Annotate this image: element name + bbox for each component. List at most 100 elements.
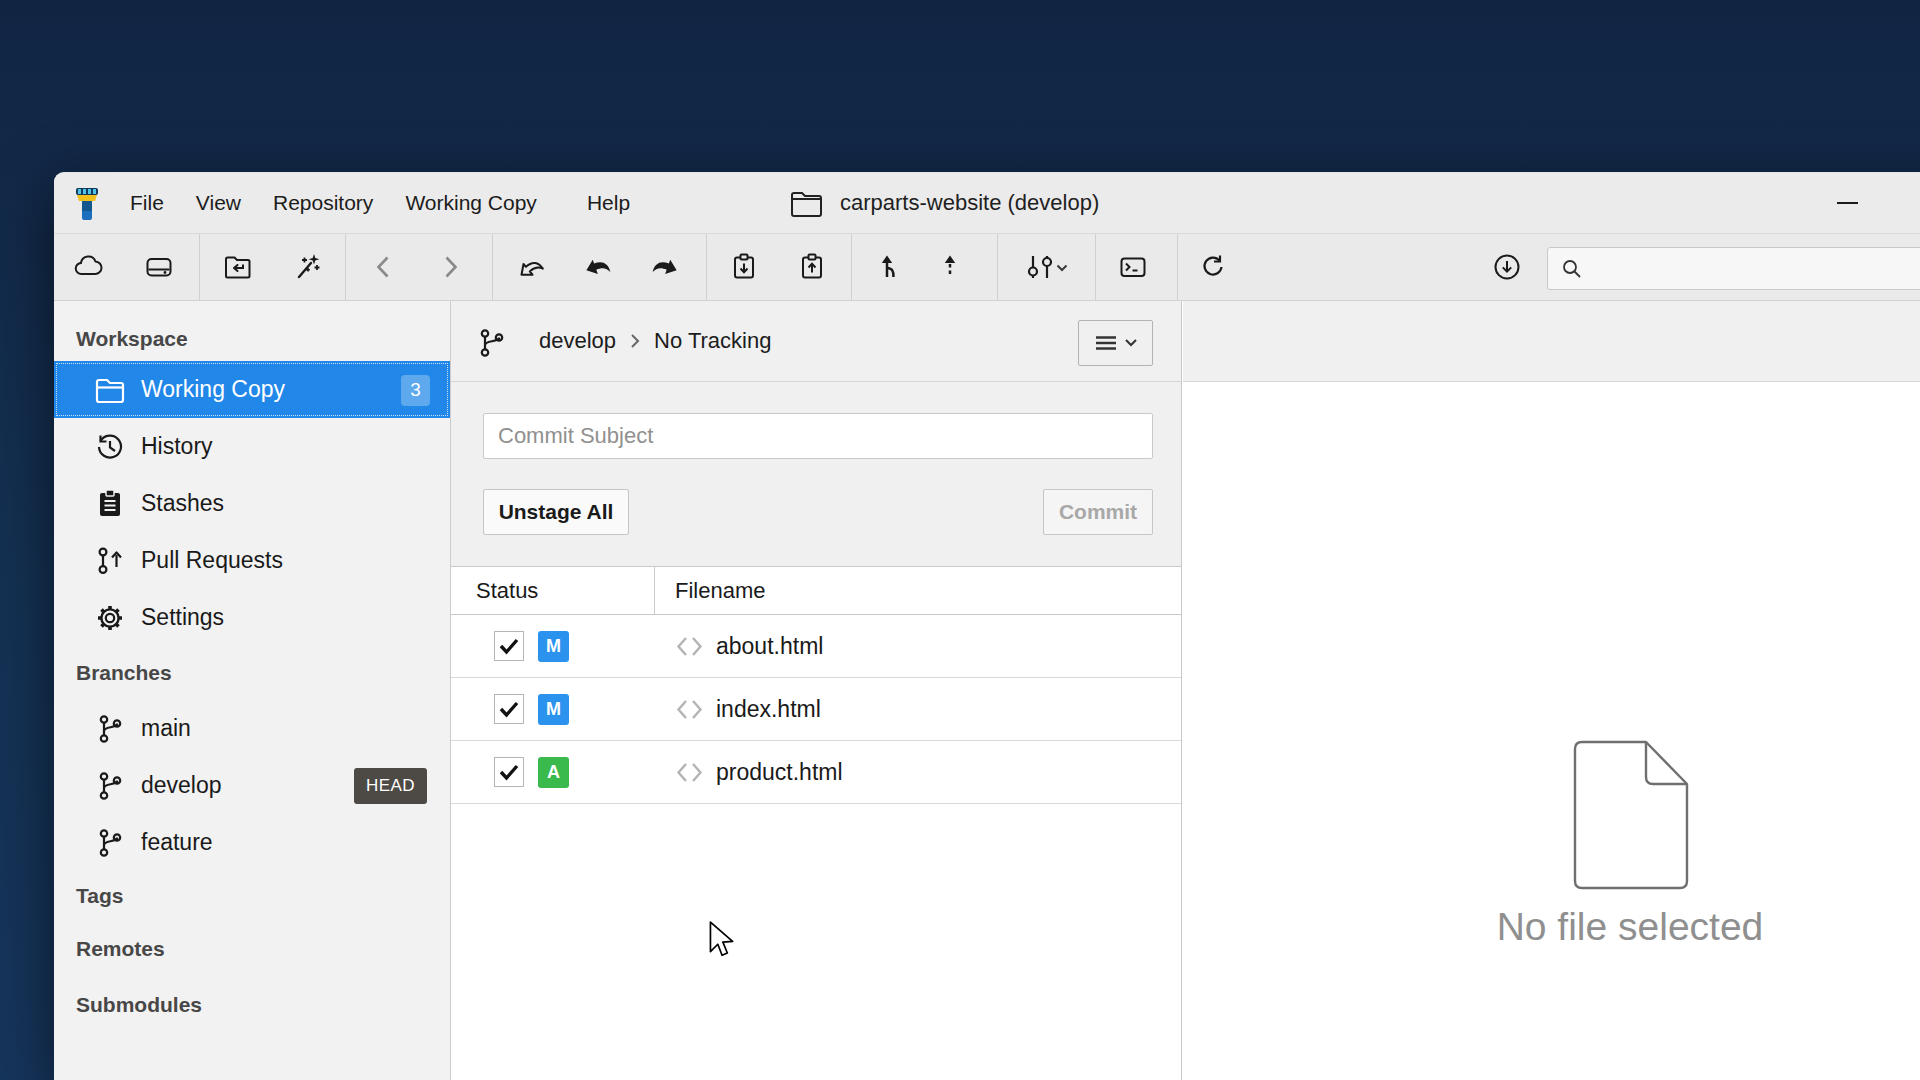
menu-help[interactable]: Help	[571, 173, 646, 233]
unstage-all-button[interactable]: Unstage All	[483, 489, 629, 535]
pull-request-icon	[94, 545, 126, 577]
sidebar-item-branch-main[interactable]: main	[54, 700, 450, 757]
desktop: { "window": { "title": "carparts-website…	[0, 0, 1920, 1080]
back-icon[interactable]	[369, 252, 399, 282]
discard-icon[interactable]	[515, 252, 545, 282]
no-file-selected-text: No file selected	[1330, 905, 1920, 949]
sidebar-item-pull-requests[interactable]: Pull Requests	[54, 532, 450, 589]
status-badge-modified: M	[538, 694, 569, 725]
file-row-product[interactable]: A product.html	[451, 741, 1181, 804]
breadcrumb-branch[interactable]: develop	[539, 328, 616, 354]
stage-checkbox[interactable]	[494, 631, 524, 661]
column-divider	[654, 567, 655, 614]
sidebar-item-label: Working Copy	[141, 376, 285, 403]
sidebar-section-branches: Branches	[54, 646, 450, 700]
compare-branches-icon[interactable]	[1020, 252, 1068, 282]
sidebar-item-history[interactable]: History	[54, 418, 450, 475]
commit-subject-input[interactable]	[483, 413, 1153, 459]
open-repository-icon[interactable]	[223, 252, 253, 282]
search-input[interactable]	[1547, 247, 1920, 290]
branch-icon	[94, 770, 126, 802]
branch-icon	[94, 827, 126, 859]
terminal-icon[interactable]	[1118, 252, 1148, 282]
toolbar-separator	[851, 234, 852, 300]
menu-view[interactable]: View	[180, 173, 257, 233]
section-label: Branches	[76, 661, 172, 685]
head-badge: HEAD	[354, 768, 427, 804]
toolbar-separator	[1095, 234, 1096, 300]
commit-area: Unstage All Commit	[451, 382, 1181, 567]
magic-wand-icon[interactable]	[292, 252, 322, 282]
undo-icon[interactable]	[583, 252, 613, 282]
filename: about.html	[716, 615, 823, 677]
breadcrumb-status[interactable]: No Tracking	[654, 328, 771, 354]
status-badge-added: A	[538, 757, 569, 788]
code-file-icon	[675, 699, 704, 720]
toolbar	[54, 234, 1920, 301]
filename: index.html	[716, 678, 821, 740]
document-icon	[1570, 740, 1692, 890]
view-options-button[interactable]	[1078, 320, 1153, 366]
gear-icon	[94, 602, 126, 634]
folder-icon	[94, 374, 126, 406]
stash-save-icon[interactable]	[729, 252, 759, 282]
cloud-icon[interactable]	[73, 252, 103, 282]
menu-working-copy[interactable]: Working Copy	[389, 173, 553, 233]
sidebar-item-label: main	[141, 715, 191, 742]
checkmark-icon	[495, 632, 523, 660]
count-badge: 3	[401, 375, 430, 406]
clipboard-icon	[94, 488, 126, 520]
file-preview-panel: No file selected	[1183, 301, 1920, 1080]
hamburger-icon	[1094, 333, 1118, 353]
chevron-right-icon	[630, 333, 640, 349]
sidebar-item-label: Stashes	[141, 490, 224, 517]
sidebar-item-settings[interactable]: Settings	[54, 589, 450, 646]
sidebar-item-branch-develop[interactable]: develop HEAD	[54, 757, 450, 814]
menu-repository[interactable]: Repository	[257, 173, 389, 233]
checkmark-icon	[495, 695, 523, 723]
section-label: Submodules	[76, 993, 202, 1017]
app-window: File View Repository Working Copy Help c…	[54, 172, 1920, 1080]
column-filename[interactable]: Filename	[675, 567, 765, 614]
sidebar-item-label: History	[141, 433, 213, 460]
commit-button[interactable]: Commit	[1043, 489, 1153, 535]
clock-icon	[94, 431, 126, 463]
forward-icon[interactable]	[435, 252, 465, 282]
sidebar-item-label: feature	[141, 829, 213, 856]
sidebar-item-label: Settings	[141, 604, 224, 631]
minimize-button[interactable]	[1825, 173, 1870, 233]
refresh-icon[interactable]	[1198, 252, 1228, 282]
filename: product.html	[716, 741, 843, 803]
code-file-icon	[675, 762, 704, 783]
redo-icon[interactable]	[650, 252, 680, 282]
branch-icon	[478, 328, 506, 358]
file-row-about[interactable]: M about.html	[451, 615, 1181, 678]
fetch-download-icon[interactable]	[1492, 252, 1522, 282]
stage-checkbox[interactable]	[494, 694, 524, 724]
column-status[interactable]: Status	[476, 567, 538, 614]
sidebar-item-stashes[interactable]: Stashes	[54, 475, 450, 532]
stash-apply-icon[interactable]	[797, 252, 827, 282]
preview-top-strip	[1183, 301, 1920, 382]
file-row-index[interactable]: M index.html	[451, 678, 1181, 741]
sidebar-item-branch-feature[interactable]: feature	[54, 814, 450, 871]
toolbar-separator	[997, 234, 998, 300]
checkmark-icon	[495, 758, 523, 786]
stage-checkbox[interactable]	[494, 757, 524, 787]
branch-icon	[94, 713, 126, 745]
window-title-group: carparts-website (develop)	[790, 173, 1099, 233]
pull-icon[interactable]	[876, 252, 906, 282]
sidebar-section-workspace: Workspace	[54, 317, 450, 361]
push-icon[interactable]	[935, 252, 965, 282]
window-title: carparts-website (develop)	[840, 190, 1099, 216]
status-badge-modified: M	[538, 631, 569, 662]
app-icon	[75, 187, 99, 221]
toolbar-separator	[1177, 234, 1178, 300]
toolbar-separator	[492, 234, 493, 300]
sidebar-section-remotes[interactable]: Remotes	[54, 921, 450, 977]
hard-drive-icon[interactable]	[144, 252, 174, 282]
sidebar-item-working-copy[interactable]: Working Copy 3	[54, 361, 450, 418]
sidebar-section-tags[interactable]: Tags	[54, 871, 450, 921]
sidebar-section-submodules[interactable]: Submodules	[54, 977, 450, 1033]
menu-file[interactable]: File	[114, 173, 180, 233]
